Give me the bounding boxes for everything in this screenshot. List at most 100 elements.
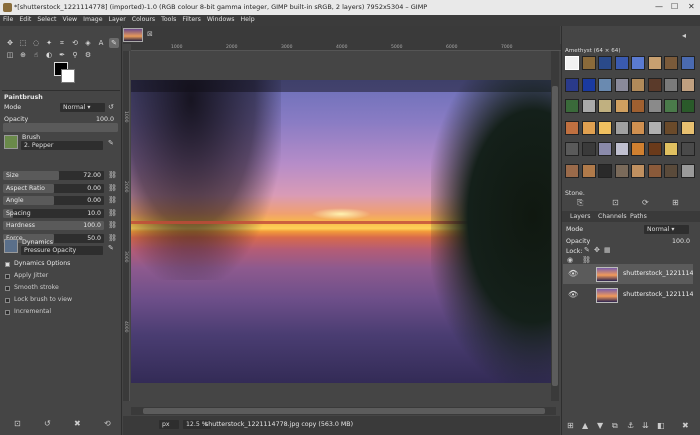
pattern-swatch[interactable] bbox=[680, 142, 695, 156]
pattern-swatch[interactable] bbox=[664, 77, 678, 92]
layer-row[interactable]: 👁 shutterstock_1221114778 bbox=[563, 264, 693, 284]
edit-brush-icon[interactable]: ✎ bbox=[108, 139, 114, 147]
pattern-swatch[interactable] bbox=[598, 77, 612, 92]
minimize-button[interactable]: — bbox=[655, 2, 663, 11]
pattern-duplicate-icon[interactable]: ⊡ bbox=[612, 198, 619, 207]
pattern-swatch[interactable] bbox=[631, 142, 645, 156]
pattern-swatch[interactable] bbox=[581, 99, 596, 113]
reset-slider-icon[interactable]: ⛓ bbox=[108, 221, 117, 229]
zoom-tool-icon[interactable]: ⚙ bbox=[83, 50, 93, 60]
opacity-value[interactable]: 100.0 bbox=[96, 116, 114, 123]
warp-tool-icon[interactable]: ◈ bbox=[83, 38, 93, 48]
image-canvas[interactable] bbox=[131, 80, 551, 383]
mask-layer-icon[interactable]: ◧ bbox=[657, 421, 665, 430]
smudge-tool-icon[interactable]: ☝ bbox=[31, 50, 41, 60]
layers-opacity-value[interactable]: 100.0 bbox=[672, 238, 690, 245]
dynamics-dropdown[interactable]: Pressure Opacity bbox=[21, 246, 103, 255]
fuzzy-select-tool-icon[interactable]: ✦ bbox=[44, 38, 54, 48]
pattern-swatch[interactable] bbox=[581, 163, 596, 178]
pattern-swatch[interactable] bbox=[680, 163, 695, 178]
reset-slider-icon[interactable]: ⛓ bbox=[108, 171, 117, 179]
raise-layer-icon[interactable]: ▲ bbox=[582, 421, 588, 430]
incremental-checkbox[interactable] bbox=[5, 310, 10, 315]
merge-layer-icon[interactable]: ⇊ bbox=[642, 421, 649, 430]
layer-name[interactable]: shutterstock_1221114778 bbox=[623, 270, 693, 277]
pattern-swatch[interactable] bbox=[614, 99, 629, 113]
pattern-swatch[interactable] bbox=[598, 142, 612, 156]
transform-tool-icon[interactable]: ⟲ bbox=[70, 38, 80, 48]
dodge-tool-icon[interactable]: ◐ bbox=[44, 50, 54, 60]
vertical-ruler[interactable]: 1000 2000 3000 4000 bbox=[123, 51, 130, 401]
color-picker-tool-icon[interactable]: ⚲ bbox=[70, 50, 80, 60]
brush-preview-icon[interactable] bbox=[4, 135, 18, 149]
lock-alpha-icon[interactable]: ▦ bbox=[604, 246, 611, 254]
pattern-swatch[interactable] bbox=[581, 142, 596, 156]
slider-hardness[interactable]: Hardness 100.0 bbox=[3, 221, 104, 230]
layer-row[interactable]: 👁 shutterstock_1221114778 bbox=[563, 285, 693, 305]
layer-visibility-eye-icon[interactable]: 👁 bbox=[568, 269, 578, 278]
pattern-swatch[interactable] bbox=[631, 99, 645, 113]
menu-filters[interactable]: Filters bbox=[179, 15, 204, 23]
pattern-swatch[interactable] bbox=[614, 77, 629, 92]
pattern-swatch[interactable] bbox=[614, 142, 629, 156]
lock-brush-checkbox[interactable] bbox=[5, 298, 10, 303]
brush-name-field[interactable]: 2. Pepper bbox=[21, 141, 103, 150]
pattern-swatch[interactable] bbox=[598, 56, 612, 70]
pattern-swatch[interactable] bbox=[664, 120, 678, 135]
pattern-swatch[interactable] bbox=[581, 56, 596, 70]
opacity-slider[interactable] bbox=[3, 123, 118, 132]
delete-options-icon[interactable]: ✖ bbox=[74, 419, 81, 428]
pattern-swatch[interactable] bbox=[631, 56, 645, 70]
lasso-tool-icon[interactable]: ◌ bbox=[31, 38, 41, 48]
pattern-swatch[interactable] bbox=[598, 120, 612, 135]
pattern-refresh-icon[interactable]: ⟳ bbox=[642, 198, 649, 207]
delete-layer-icon[interactable]: ✖ bbox=[682, 421, 689, 430]
pattern-swatch[interactable] bbox=[664, 142, 678, 156]
pattern-swatch[interactable] bbox=[581, 77, 596, 92]
edit-dynamics-icon[interactable]: ✎ bbox=[108, 244, 114, 252]
pattern-swatch[interactable] bbox=[598, 163, 612, 178]
pattern-swatch[interactable] bbox=[647, 163, 662, 178]
menu-layer[interactable]: Layer bbox=[106, 15, 129, 23]
horizontal-ruler[interactable]: 1000 2000 3000 4000 5000 6000 7000 bbox=[131, 44, 561, 51]
menu-windows[interactable]: Windows bbox=[204, 15, 238, 23]
pattern-swatch[interactable] bbox=[680, 120, 695, 135]
smooth-stroke-checkbox[interactable] bbox=[5, 286, 10, 291]
pattern-swatch[interactable] bbox=[598, 99, 612, 113]
reset-slider-icon[interactable]: ⛓ bbox=[108, 209, 117, 217]
pattern-swatch[interactable] bbox=[565, 77, 579, 92]
pattern-swatch[interactable] bbox=[565, 120, 579, 135]
horizontal-scrollbar[interactable] bbox=[131, 407, 556, 415]
pattern-swatch[interactable] bbox=[680, 56, 695, 70]
rect-select-tool-icon[interactable]: ⬚ bbox=[18, 38, 28, 48]
menu-edit[interactable]: Edit bbox=[16, 15, 34, 23]
reset-options-icon[interactable]: ⟲ bbox=[104, 419, 111, 428]
lower-layer-icon[interactable]: ▼ bbox=[597, 421, 603, 430]
pattern-swatch[interactable] bbox=[565, 99, 579, 113]
pattern-swatch[interactable] bbox=[647, 142, 662, 156]
vertical-scrollbar-thumb[interactable] bbox=[552, 86, 558, 386]
apply-jitter-checkbox[interactable] bbox=[5, 274, 10, 279]
reset-slider-icon[interactable]: ⛓ bbox=[108, 196, 117, 204]
restore-options-icon[interactable]: ↺ bbox=[44, 419, 51, 428]
paths-tool-icon[interactable]: ✒ bbox=[57, 50, 67, 60]
pattern-swatch[interactable] bbox=[631, 77, 645, 92]
layer-name[interactable]: shutterstock_1221114778 bbox=[623, 291, 693, 298]
pattern-swatch[interactable] bbox=[647, 120, 662, 135]
background-color-swatch[interactable] bbox=[61, 69, 75, 83]
menu-tools[interactable]: Tools bbox=[158, 15, 179, 23]
dock-menu-icon[interactable]: ◂ bbox=[682, 31, 686, 40]
pattern-swatch[interactable] bbox=[680, 99, 695, 113]
pattern-swatch[interactable] bbox=[664, 163, 678, 178]
menu-help[interactable]: Help bbox=[238, 15, 258, 23]
clone-tool-icon[interactable]: ⊕ bbox=[18, 50, 28, 60]
menu-file[interactable]: File bbox=[0, 15, 16, 23]
pattern-swatch[interactable] bbox=[614, 120, 629, 135]
new-layer-icon[interactable]: ⊞ bbox=[567, 421, 574, 430]
pattern-swatch[interactable] bbox=[614, 56, 629, 70]
slider-angle[interactable]: Angle 0.00 bbox=[3, 196, 104, 205]
horizontal-scrollbar-thumb[interactable] bbox=[143, 408, 545, 414]
reset-slider-icon[interactable]: ⛓ bbox=[108, 234, 117, 242]
pattern-swatch[interactable] bbox=[631, 163, 645, 178]
layers-mode-dropdown[interactable]: Normal ▾ bbox=[644, 225, 689, 234]
